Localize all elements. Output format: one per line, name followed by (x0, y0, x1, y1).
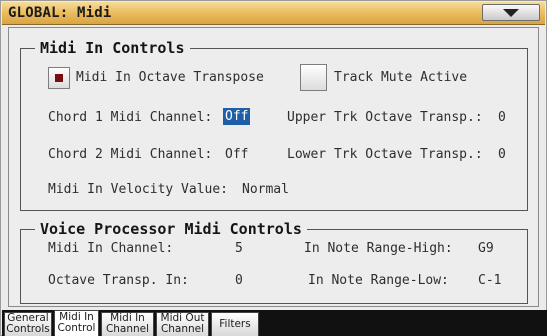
voice-processor-group: Voice Processor Midi Controls (20, 220, 528, 304)
voice-processor-legend: Voice Processor Midi Controls (40, 220, 302, 238)
vp-midi-in-channel-value[interactable]: 5 (235, 241, 243, 256)
velocity-label: Midi In Velocity Value: (48, 182, 229, 197)
tab-label-line2: Controls (6, 323, 50, 335)
tab-general-controls[interactable]: General Controls (4, 312, 52, 336)
note-range-low-label: In Note Range-Low: (308, 273, 449, 288)
tab-label-line2: Channel (160, 323, 205, 335)
page-menu-button[interactable] (482, 4, 540, 21)
checkbox-checked-mark (55, 74, 63, 82)
upper-trk-octave-value[interactable]: 0 (498, 110, 506, 125)
lower-trk-octave-label: Lower Trk Octave Transp.: (287, 147, 483, 162)
lower-trk-octave-value[interactable]: 0 (498, 147, 506, 162)
vp-octave-transp-value[interactable]: 0 (235, 273, 243, 288)
tab-midi-out-channel[interactable]: Midi Out Channel (156, 312, 209, 336)
chevron-down-icon (503, 9, 519, 17)
page-title: GLOBAL: Midi (8, 5, 112, 21)
vp-midi-in-channel-label: Midi In Channel: (48, 241, 174, 256)
vp-octave-transp-label: Octave Transp. In: (48, 273, 189, 288)
midi-settings-window: GLOBAL: Midi Midi In Controls Midi In Oc… (0, 0, 547, 336)
tab-label-line2: Channel (105, 323, 150, 335)
chord1-channel-label: Chord 1 Midi Channel: (48, 110, 213, 125)
page-tab-bar: General Controls Midi In Control Midi In… (2, 310, 547, 336)
note-range-high-label: In Note Range-High: (304, 241, 453, 256)
note-range-high-value[interactable]: G9 (478, 241, 494, 256)
note-range-low-value[interactable]: C-1 (478, 273, 501, 288)
title-bar: GLOBAL: Midi (2, 2, 545, 25)
chord2-channel-value[interactable]: Off (225, 147, 248, 162)
track-mute-label: Track Mute Active (334, 70, 468, 85)
tab-midi-in-channel[interactable]: Midi In Channel (101, 312, 154, 336)
tab-label-line2: Control (57, 322, 96, 334)
track-mute-checkbox[interactable] (300, 64, 327, 91)
upper-trk-octave-label: Upper Trk Octave Transp.: (287, 110, 483, 125)
tab-label-line1: Filters (219, 318, 251, 330)
midi-in-controls-legend: Midi In Controls (40, 39, 185, 57)
tab-filters[interactable]: Filters (211, 312, 259, 336)
velocity-value[interactable]: Normal (242, 182, 289, 197)
chord2-channel-label: Chord 2 Midi Channel: (48, 147, 213, 162)
tab-midi-in-control[interactable]: Midi In Control (54, 310, 99, 336)
chord1-channel-value[interactable]: Off (223, 108, 251, 125)
octave-transpose-label: Midi In Octave Transpose (76, 70, 264, 85)
octave-transpose-checkbox[interactable] (48, 67, 70, 89)
